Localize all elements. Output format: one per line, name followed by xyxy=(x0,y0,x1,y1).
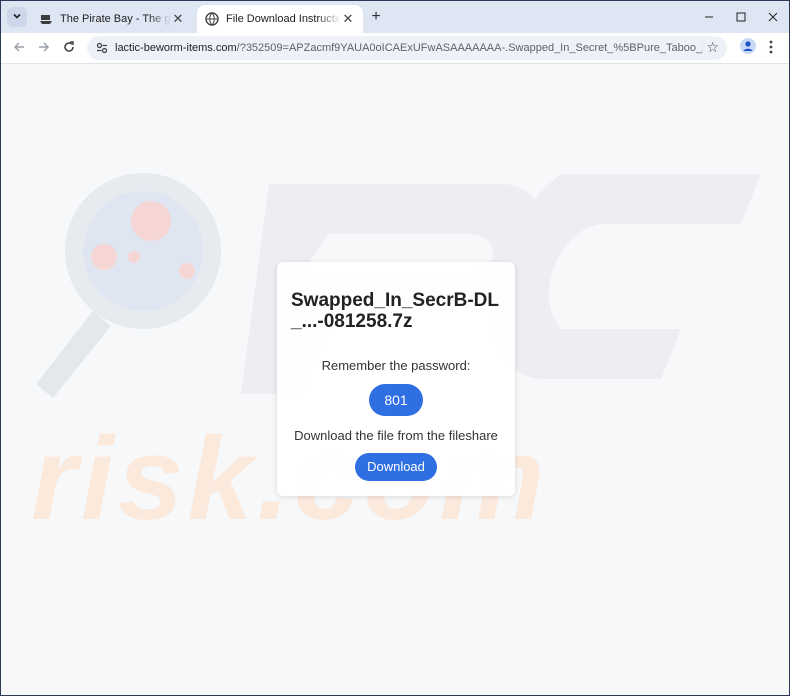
back-button[interactable] xyxy=(8,37,30,59)
reload-icon xyxy=(63,40,75,56)
chevron-down-icon xyxy=(12,11,22,24)
page-content: risk.com Swapped_In_SecrB-DL_...-081258.… xyxy=(1,64,789,695)
url-path: /?352509=APZacmf9YAUA0oICAExUFwASAAAAAAA… xyxy=(236,42,703,54)
tab-title: The Pirate Bay - The galaxy's most resil… xyxy=(60,13,171,25)
profile-icon xyxy=(740,37,756,59)
url-host: lactic-beworm-items.com xyxy=(115,42,237,54)
browser-toolbar: lactic-beworm-items.com/?352509=APZacmf9… xyxy=(1,33,789,64)
close-window-button[interactable] xyxy=(757,1,789,33)
tab-title: File Download Instructions for Swapped_I… xyxy=(226,13,341,25)
kebab-menu-icon xyxy=(769,40,773,57)
download-button[interactable]: Download xyxy=(355,453,437,481)
reload-button[interactable] xyxy=(58,37,80,59)
tab-file-download[interactable]: File Download Instructions for Swapped_I… xyxy=(197,5,363,33)
close-icon xyxy=(768,10,778,25)
tab-pirate-bay[interactable]: The Pirate Bay - The galaxy's most resil… xyxy=(31,5,193,33)
back-arrow-icon xyxy=(13,40,25,56)
forward-arrow-icon xyxy=(38,40,50,56)
browser-menu-button[interactable] xyxy=(763,38,779,58)
pirate-ship-icon xyxy=(39,12,53,26)
password-badge: 801 xyxy=(369,384,423,416)
tab-close-icon[interactable]: ✕ xyxy=(171,11,185,27)
browser-window: The Pirate Bay - The galaxy's most resil… xyxy=(0,0,790,696)
site-info-icon[interactable] xyxy=(93,39,111,57)
download-card: Swapped_In_SecrB-DL_...-081258.7z Rememb… xyxy=(277,262,515,496)
maximize-icon xyxy=(736,10,746,25)
forward-button[interactable] xyxy=(33,37,55,59)
url-text[interactable]: lactic-beworm-items.com/?352509=APZacmf9… xyxy=(115,42,703,54)
download-instruction: Download the file from the fileshare xyxy=(294,428,498,443)
star-icon[interactable]: ☆ xyxy=(706,39,719,56)
new-tab-button[interactable]: + xyxy=(367,8,385,26)
file-name-heading: Swapped_In_SecrB-DL_...-081258.7z xyxy=(291,290,499,332)
tab-strip: The Pirate Bay - The galaxy's most resil… xyxy=(1,1,789,33)
maximize-button[interactable] xyxy=(725,1,757,33)
minimize-icon xyxy=(704,10,714,25)
address-bar[interactable]: lactic-beworm-items.com/?352509=APZacmf9… xyxy=(87,36,727,60)
password-label: Remember the password: xyxy=(321,358,471,373)
window-controls xyxy=(693,1,789,33)
minimize-button[interactable] xyxy=(693,1,725,33)
profile-button[interactable] xyxy=(738,37,758,59)
tab-close-icon[interactable]: ✕ xyxy=(341,11,355,27)
tab-search-button[interactable] xyxy=(7,7,27,27)
globe-icon xyxy=(205,12,219,26)
plus-icon: + xyxy=(371,8,381,25)
